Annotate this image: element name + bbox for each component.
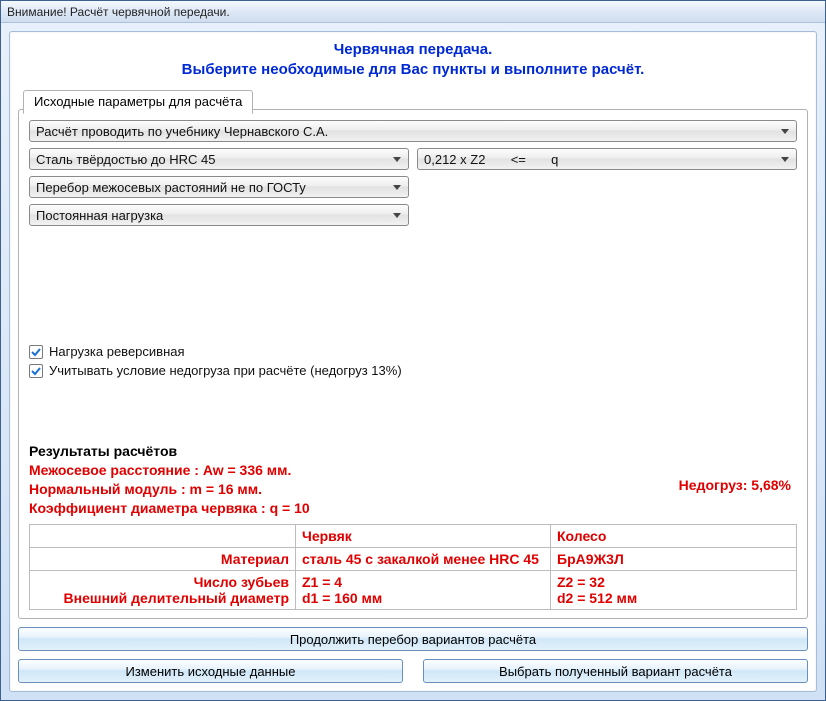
- check-icon: [31, 347, 41, 357]
- result-aw: Межосевое расстояние : Aw = 336 мм.: [29, 462, 291, 478]
- row-teeth-worm: Z1 = 4: [302, 574, 342, 590]
- bottom-button-row: Изменить исходные данные Выбрать получен…: [18, 659, 808, 683]
- change-data-button-label: Изменить исходные данные: [125, 664, 295, 679]
- continue-button-label: Продолжить перебор вариантов расчёта: [290, 632, 536, 647]
- select-axial[interactable]: Перебор межосевых растояний не по ГОСТу: [29, 176, 409, 198]
- select-load-value: Постоянная нагрузка: [36, 208, 163, 223]
- checkbox-underload-label: Учитывать условие недогруза при расчёте …: [49, 363, 402, 378]
- results-block: Результаты расчётов Межосевое расстояние…: [29, 437, 797, 610]
- select-load[interactable]: Постоянная нагрузка: [29, 204, 409, 226]
- table-header-empty: [30, 525, 296, 548]
- select-method-value: Расчёт проводить по учебнику Чернавского…: [36, 124, 328, 139]
- row-teeth-wheel: Z2 = 32: [557, 574, 605, 590]
- checkbox-reversive-label: Нагрузка реверсивная: [49, 344, 185, 359]
- check-icon: [31, 366, 41, 376]
- table-row: Материал сталь 45 с закалкой менее HRC 4…: [30, 548, 797, 571]
- table-header-row: Червяк Колесо: [30, 525, 797, 548]
- row-material-wheel: БрА9Ж3Л: [551, 548, 797, 571]
- change-data-button[interactable]: Изменить исходные данные: [18, 659, 403, 683]
- select-method[interactable]: Расчёт проводить по учебнику Чернавского…: [29, 120, 797, 142]
- select-steel-value: Сталь твёрдостью до HRC 45: [36, 152, 216, 167]
- row-wheel-vals: Z2 = 32 d2 = 512 мм: [551, 571, 797, 610]
- tab-body: Расчёт проводить по учебнику Чернавского…: [19, 110, 807, 618]
- result-q: Коэффициент диаметра червяка : q = 10: [29, 500, 310, 516]
- window-title: Внимание! Расчёт червячной передачи.: [7, 5, 230, 19]
- results-table: Червяк Колесо Материал сталь 45 с закалк…: [29, 524, 797, 610]
- page-header: Червячная передача. Выберите необходимые…: [18, 40, 808, 79]
- header-line-1: Червячная передача.: [334, 41, 492, 58]
- titlebar: Внимание! Расчёт червячной передачи.: [1, 1, 825, 23]
- table-row: Число зубьев Внешний делительный диаметр…: [30, 571, 797, 610]
- checkbox-reversive-row: Нагрузка реверсивная: [29, 344, 797, 359]
- tab-strip: Исходные параметры для расчёта: [23, 89, 253, 113]
- choose-variant-button[interactable]: Выбрать полученный вариант расчёта: [423, 659, 808, 683]
- select-z-condition-value: 0,212 x Z2 <= q: [424, 152, 558, 167]
- row-worm-vals: Z1 = 4 d1 = 160 мм: [296, 571, 551, 610]
- row-material-label: Материал: [30, 548, 296, 571]
- results-summary-lines: Межосевое расстояние : Aw = 336 мм. Норм…: [29, 461, 310, 518]
- checkbox-underload-row: Учитывать условие недогруза при расчёте …: [29, 363, 797, 378]
- table-header-wheel: Колесо: [551, 525, 797, 548]
- row-diameter-wheel: d2 = 512 мм: [557, 590, 637, 606]
- choose-variant-button-label: Выбрать полученный вариант расчёта: [499, 664, 732, 679]
- table-header-worm: Червяк: [296, 525, 551, 548]
- results-title: Результаты расчётов: [29, 443, 797, 459]
- result-underload: Недогруз: 5,68%: [679, 461, 797, 493]
- tab-source-params[interactable]: Исходные параметры для расчёта: [23, 90, 253, 114]
- row-teeth-diam-label: Число зубьев Внешний делительный диаметр: [30, 571, 296, 610]
- select-axial-value: Перебор межосевых растояний не по ГОСТу: [36, 180, 306, 195]
- continue-button[interactable]: Продолжить перебор вариантов расчёта: [18, 627, 808, 651]
- row-teeth-label: Число зубьев: [194, 574, 289, 590]
- row-diameter-worm: d1 = 160 мм: [302, 590, 382, 606]
- content-panel: Червячная передача. Выберите необходимые…: [9, 31, 817, 692]
- checkbox-underload[interactable]: [29, 364, 43, 378]
- row-diameter-label: Внешний делительный диаметр: [64, 590, 289, 606]
- window: Внимание! Расчёт червячной передачи. Чер…: [0, 0, 826, 701]
- row-material-worm: сталь 45 с закалкой менее HRC 45: [296, 548, 551, 571]
- tabs-container: Исходные параметры для расчёта Расчёт пр…: [18, 109, 808, 619]
- select-z-condition[interactable]: 0,212 x Z2 <= q: [417, 148, 797, 170]
- checkbox-reversive[interactable]: [29, 345, 43, 359]
- result-m: Нормальный модуль : m = 16 мм.: [29, 481, 262, 497]
- results-summary: Межосевое расстояние : Aw = 336 мм. Норм…: [29, 461, 797, 518]
- header-line-2: Выберите необходимые для Вас пункты и вы…: [182, 61, 645, 78]
- select-steel[interactable]: Сталь твёрдостью до HRC 45: [29, 148, 409, 170]
